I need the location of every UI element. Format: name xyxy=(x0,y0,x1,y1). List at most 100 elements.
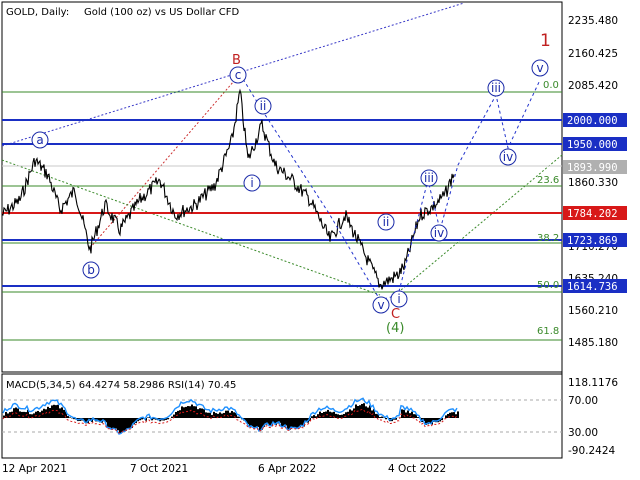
fib-label-61-8: 61.8 xyxy=(537,326,559,337)
wave-circle-text: c xyxy=(235,68,242,82)
macd-bar xyxy=(185,406,187,418)
macd-bar xyxy=(345,412,347,418)
svg-text:2000.000: 2000.000 xyxy=(567,115,618,127)
svg-text:1614.736: 1614.736 xyxy=(567,281,618,293)
macd-bar xyxy=(329,411,331,418)
macd-bar xyxy=(177,410,179,418)
wave-circle-text: v xyxy=(536,61,543,75)
macd-bar xyxy=(189,406,191,418)
macd-bar xyxy=(21,411,23,418)
chart-window[interactable]: GOLD, Daily: Gold (100 oz) vs US Dollar … xyxy=(0,0,640,480)
wave-label-C: C xyxy=(391,307,400,322)
wave-circle-text: i xyxy=(397,292,400,306)
fib-label-0: 0.0 xyxy=(543,80,559,91)
macd-bar xyxy=(187,406,189,418)
indicator-title: MACD(5,34,5) 64.4274 58.2986 RSI(14) 70.… xyxy=(6,380,236,391)
macd-bar xyxy=(445,415,447,418)
macd-bar xyxy=(457,411,459,418)
macd-bar xyxy=(269,418,271,426)
price-axis-ticks: 2235.480 2160.425 2085.420 1860.330 1710… xyxy=(568,15,618,349)
macd-bar xyxy=(51,405,53,418)
price-box-2000: 2000.000 xyxy=(563,113,627,127)
macd-bar xyxy=(227,410,229,418)
macd-bar xyxy=(451,412,453,418)
macd-bar xyxy=(39,412,41,418)
macd-bar xyxy=(343,413,345,418)
macd-bar xyxy=(357,405,359,418)
macd-bar xyxy=(407,410,409,418)
svg-text:1893.990: 1893.990 xyxy=(567,162,618,174)
macd-bar xyxy=(291,418,293,428)
svg-text:1723.869: 1723.869 xyxy=(567,235,618,247)
macd-bar xyxy=(321,413,323,418)
fib-label-50: 50.0 xyxy=(537,280,559,291)
macd-bar xyxy=(61,407,63,418)
price-tick: 1560.210 xyxy=(568,305,618,317)
macd-bar xyxy=(209,412,211,418)
price-tick: 2235.480 xyxy=(568,15,618,27)
macd-bar xyxy=(47,406,49,418)
wave-projection-path xyxy=(239,73,541,301)
wave-circle-text: iii xyxy=(424,171,434,185)
price-box-1723: 1723.869 xyxy=(563,233,627,247)
macd-bar xyxy=(129,418,131,429)
macd-bar xyxy=(115,418,117,429)
macd-bar xyxy=(353,408,355,418)
wave-circle-text: iii xyxy=(491,81,501,95)
macd-bar xyxy=(53,404,55,418)
price-tick: 2160.425 xyxy=(568,48,618,60)
macd-bar xyxy=(111,418,113,429)
macd-bar xyxy=(57,404,59,418)
wave-circle-text: ii xyxy=(383,215,390,229)
macd-bar xyxy=(37,410,39,418)
macd-bar xyxy=(117,418,119,431)
macd-bar xyxy=(295,418,297,428)
date-label: 6 Apr 2022 xyxy=(258,463,316,475)
wave-circle-text: b xyxy=(87,263,95,277)
macd-bar xyxy=(337,414,339,418)
macd-bar xyxy=(385,418,387,420)
macd-bar xyxy=(35,411,37,418)
macd-bar xyxy=(323,411,325,418)
macd-bar xyxy=(311,416,313,418)
price-box-1893: 1893.990 xyxy=(563,160,627,174)
macd-bar xyxy=(55,405,57,418)
macd-bar xyxy=(127,418,129,429)
macd-bar xyxy=(203,409,205,418)
indicator-tick: -90.2424 xyxy=(568,445,616,457)
macd-bar xyxy=(319,411,321,418)
price-tick: 2085.420 xyxy=(568,80,618,92)
price-chart[interactable]: GOLD, Daily: Gold (100 oz) vs US Dollar … xyxy=(0,0,640,480)
macd-bar xyxy=(361,403,363,418)
macd-bar xyxy=(259,418,261,431)
macd-bar xyxy=(225,410,227,418)
macd-bar xyxy=(23,411,25,418)
wave-label-1: 1 xyxy=(540,31,551,51)
wave-circle-text: iv xyxy=(434,226,444,240)
wave-circle-text: ii xyxy=(260,99,267,113)
macd-bar xyxy=(215,413,217,418)
macd-bar xyxy=(413,414,415,418)
macd-bar xyxy=(327,409,329,418)
macd-bar xyxy=(257,418,259,427)
macd-bar xyxy=(195,406,197,418)
macd-bar xyxy=(237,416,239,418)
macd-bar xyxy=(113,418,115,429)
fib-label-23-6: 23.6 xyxy=(537,175,559,186)
price-tick: 1860.330 xyxy=(568,177,618,189)
wave-label-B: B xyxy=(232,53,241,68)
macd-bar xyxy=(231,411,233,418)
macd-bar xyxy=(121,418,123,433)
macd-bar xyxy=(301,418,303,426)
macd-bar xyxy=(379,417,381,418)
macd-bar xyxy=(251,418,253,427)
macd-bar xyxy=(109,418,111,428)
macd-bar xyxy=(287,418,289,429)
indicator-tick: 118.1176 xyxy=(568,377,618,389)
macd-bar xyxy=(331,412,333,418)
macd-bar xyxy=(313,415,315,418)
symbol-label: GOLD, Daily: xyxy=(6,7,69,18)
wave-circle-text: i xyxy=(250,176,253,190)
svg-text:1784.202: 1784.202 xyxy=(567,208,618,220)
wave-circle-text: v xyxy=(377,298,384,312)
